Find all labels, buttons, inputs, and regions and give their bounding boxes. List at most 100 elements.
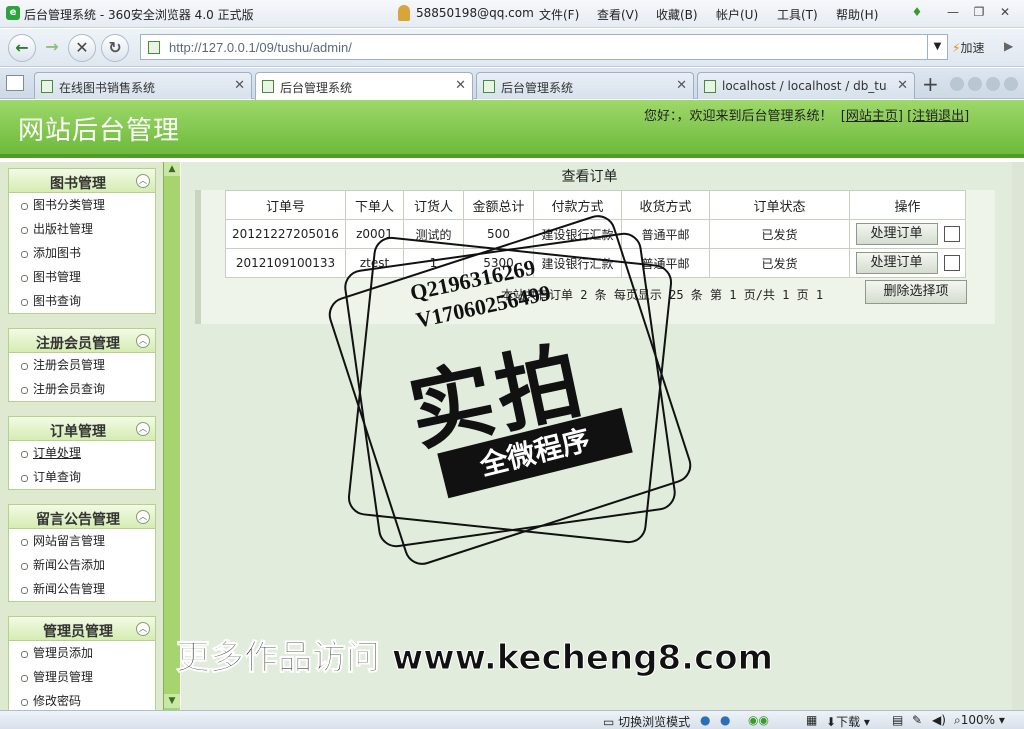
tab-list-icon[interactable] <box>986 77 1000 91</box>
download-button[interactable]: ⬇下载 ▾ <box>826 713 870 729</box>
section-members: 注册会员管理 ︿ 注册会员管理 注册会员查询 <box>8 328 156 402</box>
sidebar-item-label: 修改密码 <box>33 694 82 708</box>
welcome-bar: 您好：，欢迎来到后台管理系统！ [网站主页] [注销退出] <box>644 109 970 124</box>
section-header[interactable]: 图书管理 ︿ <box>9 169 155 193</box>
tab-online-bookstore[interactable]: 在线图书销售系统 ✕ <box>34 72 252 99</box>
pagination-text: 本站共有订单 2 条 每页显示 25 条 第 1 页/共 1 页 1 <box>501 288 824 302</box>
scroll-up-icon[interactable]: ▲ <box>164 162 180 176</box>
collapse-icon[interactable]: ︿ <box>136 510 150 524</box>
tab-admin-active[interactable]: 后台管理系统 ✕ <box>255 72 473 100</box>
menu-favorites[interactable]: 收藏(B) <box>656 6 698 23</box>
tab-close-icon[interactable]: ✕ <box>455 78 466 93</box>
section-title: 图书管理 <box>50 176 106 192</box>
forward-button[interactable]: → <box>38 34 66 62</box>
menu-account[interactable]: 帐户(U) <box>716 6 758 23</box>
tab-close-icon[interactable]: ✕ <box>676 78 687 93</box>
actions-cell: 处理订单 <box>849 248 966 278</box>
url-text[interactable]: http://127.0.0.1/09/tushu/admin/ <box>169 40 352 55</box>
orders-table: 订单号 下单人 订货人 金额总计 付款方式 收货方式 订单状态 操作 20121… <box>225 190 966 278</box>
sidebar-item-order-search[interactable]: 订单查询 <box>9 465 155 489</box>
menu-tools[interactable]: 工具(T) <box>777 6 818 23</box>
security-icon[interactable]: ● <box>720 713 730 727</box>
sidebar-item-book-category[interactable]: 图书分类管理 <box>9 193 155 217</box>
sidebar-item-member-manage[interactable]: 注册会员管理 <box>9 353 155 377</box>
menu-file[interactable]: 文件(F) <box>539 6 579 23</box>
sidebar-item-book-manage[interactable]: 图书管理 <box>9 265 155 289</box>
speed-up-button[interactable]: ⚡加速 <box>952 39 984 56</box>
sidebar-item-member-search[interactable]: 注册会员查询 <box>9 377 155 401</box>
refresh-button[interactable]: ↻ <box>101 34 129 62</box>
sidebar-scrollbar[interactable]: ▲ ▼ <box>163 162 180 710</box>
switch-mode-button[interactable]: ▭ 切换浏览模式 <box>603 713 690 729</box>
row-checkbox[interactable] <box>943 254 960 271</box>
screenshot-icon[interactable]: ▦ <box>806 713 817 727</box>
back-arrow-icon: ← <box>15 38 29 57</box>
collapse-icon[interactable]: ︿ <box>136 174 150 188</box>
sidebar-item-admin-manage[interactable]: 管理员管理 <box>9 665 155 689</box>
address-dropdown-button[interactable]: ▼ <box>928 34 948 60</box>
volume-icon[interactable]: ◀) <box>932 713 946 727</box>
orderer: ztest <box>345 248 404 278</box>
menu-help[interactable]: 帮助(H) <box>836 6 878 23</box>
sidebar-item-label: 新闻公告管理 <box>33 582 106 596</box>
skin-icon[interactable]: ♦ <box>908 5 926 21</box>
toolbar-more-icon[interactable]: ▶ <box>1004 39 1013 53</box>
section-header[interactable]: 注册会员管理 ︿ <box>9 329 155 353</box>
collapse-icon[interactable]: ︿ <box>136 334 150 348</box>
sidebar-item-add-book[interactable]: 添加图书 <box>9 241 155 265</box>
back-button[interactable]: ← <box>8 34 36 62</box>
sidebar-item-news-add[interactable]: 新闻公告添加 <box>9 553 155 577</box>
sidebar-item-book-search[interactable]: 图书查询 <box>9 289 155 313</box>
section-messages: 留言公告管理 ︿ 网站留言管理 新闻公告添加 新闻公告管理 <box>8 504 156 602</box>
account-email[interactable]: 58850198@qq.com <box>416 6 534 20</box>
bookmark-icon[interactable]: ✎ <box>912 713 922 727</box>
section-admins: 管理员管理 ︿ 管理员添加 管理员管理 修改密码 <box>8 616 156 710</box>
new-tab-icon[interactable]: + <box>922 72 939 96</box>
tab-admin[interactable]: 后台管理系统 ✕ <box>476 72 694 99</box>
tab-scroll-left-icon[interactable] <box>950 77 964 91</box>
ie-icon[interactable]: ● <box>700 713 710 727</box>
sidebar-toggle-icon[interactable] <box>6 75 24 91</box>
sidebar-item-news-manage[interactable]: 新闻公告管理 <box>9 577 155 601</box>
row-checkbox[interactable] <box>943 225 960 242</box>
restore-button[interactable]: ❐ <box>970 5 988 21</box>
tab-scroll-right-icon[interactable] <box>968 77 982 91</box>
account-icon[interactable] <box>398 5 410 21</box>
scroll-down-icon[interactable]: ▼ <box>164 694 180 708</box>
tab-close-icon[interactable]: ✕ <box>234 78 245 93</box>
tab-phpmyadmin[interactable]: localhost / localhost / db_tu... ✕ <box>697 72 915 99</box>
section-header[interactable]: 订单管理 ︿ <box>9 417 155 441</box>
process-order-button[interactable]: 处理订单 <box>855 252 938 274</box>
sidebar-item-order-process[interactable]: 订单处理 <box>9 441 155 465</box>
section-title: 留言公告管理 <box>36 512 120 528</box>
tab-close-icon[interactable]: ✕ <box>897 78 908 93</box>
actions-cell: 处理订单 <box>849 219 966 249</box>
tab-close-all-icon[interactable] <box>1004 77 1018 91</box>
address-bar[interactable]: http://127.0.0.1/09/tushu/admin/ <box>140 34 928 60</box>
collapse-icon[interactable]: ︿ <box>136 422 150 436</box>
sidebar-item-publisher[interactable]: 出版社管理 <box>9 217 155 241</box>
sidebar-item-message-manage[interactable]: 网站留言管理 <box>9 529 155 553</box>
process-order-button[interactable]: 处理订单 <box>855 223 938 245</box>
delete-selected-button[interactable]: 删除选择项 <box>865 280 967 304</box>
section-header[interactable]: 管理员管理 ︿ <box>9 617 155 641</box>
home-link[interactable]: 网站主页 <box>846 109 898 124</box>
zoom-control[interactable]: ⌕100% ▾ <box>954 713 1005 728</box>
menu-view[interactable]: 查看(V) <box>597 6 639 23</box>
close-window-button[interactable]: ✕ <box>996 5 1014 21</box>
minimize-button[interactable]: — <box>944 5 962 21</box>
history-icon[interactable]: ▤ <box>892 713 903 727</box>
toggle-icon[interactable]: ◉◉ <box>748 713 769 727</box>
sidebar-item-admin-add[interactable]: 管理员添加 <box>9 641 155 665</box>
order-status: 已发货 <box>709 248 850 278</box>
stop-button[interactable]: ✕ <box>68 34 96 62</box>
section-header[interactable]: 留言公告管理 ︿ <box>9 505 155 529</box>
receiver: 1 <box>403 248 464 278</box>
download-icon: ⬇ <box>826 715 837 729</box>
watermark-banner: 更多作品访问 www.kecheng8.com <box>175 638 774 679</box>
collapse-icon[interactable]: ︿ <box>136 622 150 636</box>
logout-link[interactable]: 注销退出 <box>912 109 964 124</box>
favicon-icon <box>41 80 53 93</box>
sidebar-item-change-password[interactable]: 修改密码 <box>9 689 155 710</box>
main-scrollbar[interactable] <box>1012 162 1024 710</box>
